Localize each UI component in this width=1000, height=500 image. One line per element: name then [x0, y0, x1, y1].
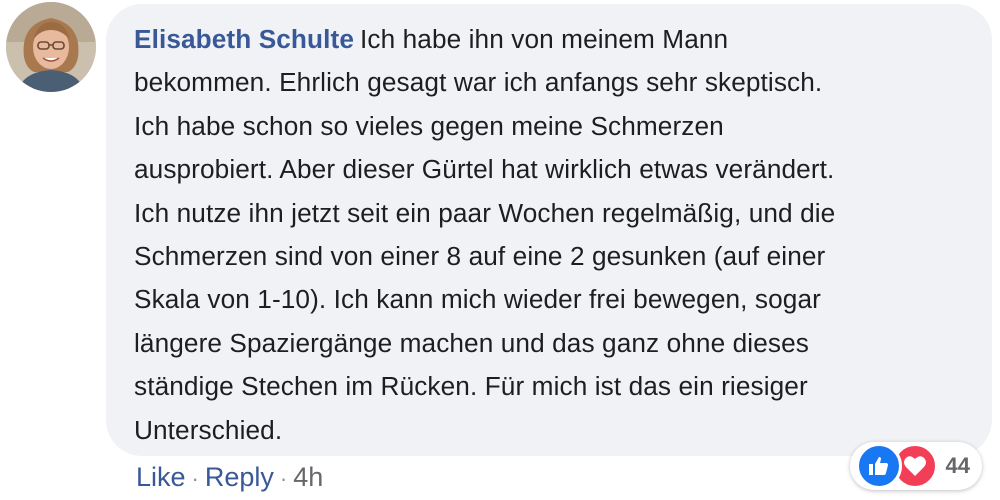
comment-actions: Like · Reply · 4h — [136, 462, 323, 493]
comment-line: Ich habe ihn von meinem Mann — [360, 24, 729, 54]
comment-line: ständige Stechen im Rücken. Für mich ist… — [134, 371, 808, 402]
comment-bubble: Elisabeth Schulte Ich habe ihn von meinem… — [106, 4, 992, 490]
like-icon — [855, 443, 902, 489]
separator: · — [279, 466, 288, 491]
comment-line: bekommen. Ehrlich gesagt war ich anfangs… — [134, 67, 823, 98]
user-photo — [6, 2, 96, 92]
comment-timestamp[interactable]: 4h — [293, 462, 323, 493]
reactions-summary[interactable]: 44 — [849, 442, 982, 490]
comment-line: längere Spaziergänge machen und das ganz… — [134, 327, 809, 358]
comment-line: Ich habe schon so vieles gegen meine Sch… — [134, 110, 724, 141]
comment-line: Ich nutze ihn jetzt seit ein paar Wochen… — [134, 197, 836, 228]
avatar[interactable] — [6, 2, 96, 92]
separator: · — [191, 466, 199, 491]
author-name-link[interactable]: Elisabeth Schulte — [134, 24, 354, 54]
reaction-count: 44 — [945, 453, 970, 478]
comment-line: ausprobiert. Aber dieser Gürtel hat wirk… — [134, 154, 835, 185]
comment-line: Skala von 1-10). Ich kann mich wieder fr… — [134, 284, 821, 315]
comment-line: Unterschied. — [134, 414, 283, 445]
comment-line: Schmerzen sind von einer 8 auf eine 2 ge… — [134, 241, 826, 272]
like-button[interactable]: Like — [136, 462, 186, 493]
comment-text: Elisabeth Schulte Ich habe ihn von meinem… — [134, 18, 966, 452]
reply-button[interactable]: Reply — [205, 462, 274, 493]
